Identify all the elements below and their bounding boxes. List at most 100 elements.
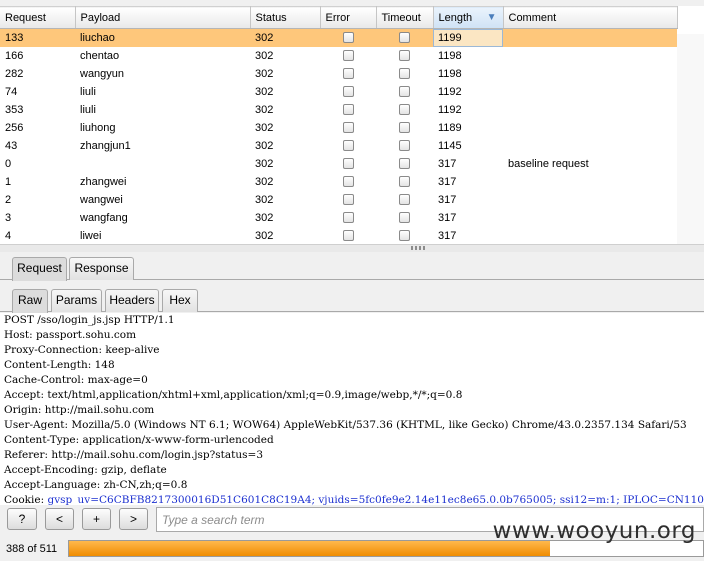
column-header-payload[interactable]: Payload — [75, 6, 251, 29]
search-input[interactable] — [156, 507, 704, 532]
error-checkbox[interactable] — [342, 194, 354, 206]
table-vertical-scroll-area[interactable] — [677, 34, 704, 244]
timeout-checkbox[interactable] — [399, 158, 410, 170]
cell-error — [320, 119, 376, 137]
error-checkbox[interactable] — [342, 158, 354, 170]
cell-request: 282 — [5, 67, 24, 80]
timeout-checkbox[interactable] — [399, 50, 410, 62]
cell-status: 302 — [250, 28, 320, 47]
table-row[interactable]: 3 wangfang 302 317 — [0, 209, 677, 227]
splitter-grip-icon[interactable] — [411, 246, 425, 250]
error-checkbox[interactable] — [342, 50, 354, 62]
previous-match-button[interactable]: < — [45, 508, 74, 530]
cookie-key: Cookie: — [4, 494, 48, 505]
cell-status: 302 — [255, 157, 274, 170]
tab-raw[interactable]: Raw — [12, 289, 48, 313]
cell-timeout — [376, 209, 433, 227]
timeout-checkbox[interactable] — [399, 194, 410, 206]
tab-headers[interactable]: Headers — [105, 289, 159, 312]
timeout-checkbox[interactable] — [399, 230, 410, 242]
timeout-checkbox[interactable] — [399, 68, 410, 80]
column-header-comment[interactable]: Comment — [503, 6, 678, 29]
header-content-type: Content-Type: application/x-www-form-url… — [4, 434, 274, 446]
error-checkbox[interactable] — [342, 230, 354, 242]
cell-length: 317 — [438, 211, 457, 224]
cell-length: 1198 — [438, 49, 462, 62]
header-proxy-connection: Proxy-Connection: keep-alive — [4, 344, 160, 356]
error-checkbox[interactable] — [342, 68, 354, 80]
tab-hex[interactable]: Hex — [162, 289, 198, 312]
column-header-error[interactable]: Error — [320, 6, 377, 29]
table-row[interactable]: 256 liuhong 302 1189 — [0, 119, 677, 137]
cell-payload: wangfang — [80, 211, 128, 224]
table-row[interactable]: 43 zhangjun1 302 1145 — [0, 137, 677, 155]
timeout-checkbox[interactable] — [399, 176, 410, 188]
cell-status: 302 — [255, 49, 274, 62]
column-header-length[interactable]: Length ▼ — [433, 6, 504, 29]
request-count: 388 of 511 — [6, 543, 58, 555]
error-checkbox[interactable] — [342, 176, 354, 188]
cell-error — [320, 28, 376, 47]
cell-timeout — [376, 47, 433, 65]
table-row[interactable]: 4 liwei 302 317 — [0, 227, 677, 245]
add-button[interactable]: + — [82, 508, 111, 530]
cell-status: 302 — [255, 193, 274, 206]
cell-status: 302 — [255, 121, 274, 134]
cell-request: 353 — [5, 103, 24, 116]
request-response-tabs: Request Response — [0, 254, 704, 281]
table-row[interactable]: 0 302 317 baseline request — [0, 155, 677, 173]
table-row[interactable]: 133 liuchao 302 1199 — [0, 28, 677, 47]
cell-payload: wangyun — [80, 67, 125, 80]
cell-error — [320, 173, 376, 191]
timeout-checkbox[interactable] — [399, 212, 410, 224]
message-view-tabs: Raw Params Headers Hex — [0, 286, 704, 313]
error-checkbox[interactable] — [342, 122, 354, 134]
cell-comment — [503, 101, 677, 119]
cell-payload: liuchao — [75, 28, 250, 47]
table-row[interactable]: 353 liuli 302 1192 — [0, 101, 677, 119]
error-checkbox[interactable] — [342, 212, 354, 224]
tab-request[interactable]: Request — [12, 257, 67, 281]
error-checkbox[interactable] — [342, 86, 354, 98]
cell-error — [320, 227, 376, 245]
cell-error — [320, 83, 376, 101]
tab-params[interactable]: Params — [51, 289, 102, 312]
cell-payload — [75, 155, 250, 173]
timeout-checkbox[interactable] — [399, 140, 410, 152]
progress-fill — [69, 541, 551, 556]
header-cache-control: Cache-Control: max-age=0 — [4, 374, 148, 386]
raw-request-editor[interactable]: POST /sso/login_js.jsp HTTP/1.1 Host: pa… — [0, 313, 704, 505]
cell-error — [320, 65, 376, 83]
error-checkbox[interactable] — [342, 140, 354, 152]
timeout-checkbox[interactable] — [399, 32, 410, 44]
cell-request: 74 — [5, 85, 18, 98]
pane-splitter[interactable] — [0, 244, 704, 252]
timeout-checkbox[interactable] — [399, 86, 410, 98]
column-header-request[interactable]: Request — [0, 6, 76, 29]
help-button[interactable]: ? — [7, 508, 37, 530]
timeout-checkbox[interactable] — [399, 122, 410, 134]
tab-response[interactable]: Response — [69, 257, 134, 280]
error-checkbox[interactable] — [342, 104, 354, 116]
header-referer: Referer: http://mail.sohu.com/login.jsp?… — [4, 449, 263, 461]
table-row[interactable]: 282 wangyun 302 1198 — [0, 65, 677, 83]
table-row[interactable]: 1 zhangwei 302 317 — [0, 173, 677, 191]
cell-request: 3 — [5, 211, 12, 224]
header-content-length: Content-Length: 148 — [4, 359, 115, 371]
header-host: Host: passport.sohu.com — [4, 329, 137, 341]
table-row[interactable]: 166 chentao 302 1198 — [0, 47, 677, 65]
column-header-status[interactable]: Status — [250, 6, 321, 29]
cell-length: 317 — [438, 175, 457, 188]
cell-payload: wangwei — [80, 193, 123, 206]
cell-length: 1192 — [438, 85, 462, 98]
column-header-timeout[interactable]: Timeout — [376, 6, 434, 29]
cell-payload: zhangjun1 — [80, 139, 131, 152]
next-match-button[interactable]: > — [119, 508, 148, 530]
error-checkbox[interactable] — [342, 32, 354, 44]
timeout-checkbox[interactable] — [399, 104, 410, 116]
cell-request: 0 — [5, 157, 12, 170]
cell-comment — [503, 47, 677, 65]
cell-comment — [503, 83, 677, 101]
table-row[interactable]: 2 wangwei 302 317 — [0, 191, 677, 209]
table-row[interactable]: 74 liuli 302 1192 — [0, 83, 677, 101]
